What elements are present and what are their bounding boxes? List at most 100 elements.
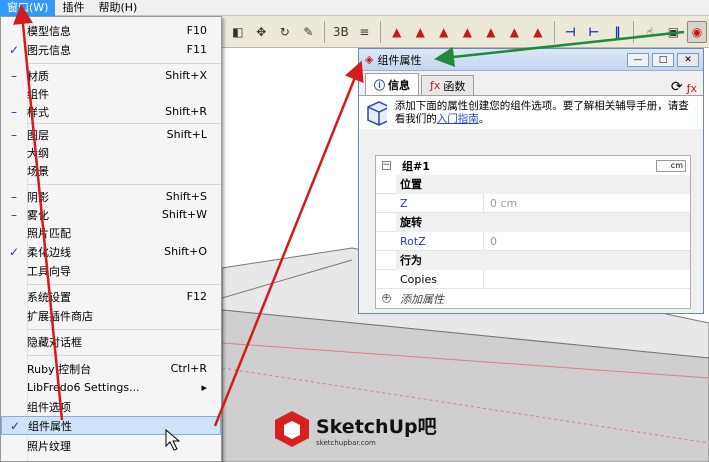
- menu-separator: [27, 329, 221, 330]
- table-row: 位置: [376, 174, 690, 194]
- menu-item-label: 组件选项: [27, 400, 71, 414]
- check-icon: ✓: [8, 42, 20, 57]
- menu-item-ruby-console[interactable]: Ruby 控制台 Ctrl+R: [1, 359, 221, 378]
- panel-title: 组件属性: [377, 53, 422, 67]
- menu-item-label: 雾化: [27, 208, 49, 222]
- info-text-end: 。: [478, 112, 490, 125]
- align-vertical-icon[interactable]: ‖: [608, 21, 628, 43]
- dash-icon: –: [11, 189, 17, 204]
- section-icon[interactable]: ≡: [355, 21, 375, 43]
- sandbox-stamp-icon[interactable]: ▲: [458, 21, 478, 43]
- sandbox-drape-icon[interactable]: ▲: [481, 21, 501, 43]
- menu-help[interactable]: 帮助(H): [91, 0, 144, 16]
- menu-item-hide-dialogs[interactable]: 隐藏对话框: [1, 332, 221, 351]
- toolbar: ◧ ✥ ↻ ✎ 3B ≡ ▲ ▲ ▲ ▲ ▲ ▲ ▲ ⊣ ⊢ ‖ ☝ ▣ ◉: [222, 16, 709, 48]
- sketchup-logo-icon: ◈: [365, 53, 374, 66]
- panel-titlebar[interactable]: ◈ 组件属性 — □ ✕: [359, 49, 703, 71]
- check-icon: ✓: [9, 418, 21, 433]
- toolbar-separator: [553, 20, 555, 43]
- sandbox-detail-icon[interactable]: ▲: [505, 21, 525, 43]
- menu-item-label: 照片纹理: [27, 439, 71, 453]
- sandbox-flip-icon[interactable]: ▲: [528, 21, 548, 43]
- menu-item-label: 图层: [27, 128, 49, 142]
- menu-item-label: 大纲: [27, 146, 49, 160]
- logo-mark-icon: [275, 411, 309, 447]
- table-row[interactable]: Copies: [376, 269, 690, 289]
- tab-info[interactable]: ⓘ 信息: [365, 73, 419, 95]
- sandbox-smoove-icon[interactable]: ▲: [434, 21, 454, 43]
- sandbox-scratch-icon[interactable]: ▲: [411, 21, 431, 43]
- interact-icon[interactable]: ☝: [640, 21, 660, 43]
- menu-item-component-options[interactable]: 组件选项: [1, 397, 221, 416]
- sandbox-contours-icon[interactable]: ▲: [387, 21, 407, 43]
- menu-separator: [27, 63, 221, 64]
- formula-icon[interactable]: ƒx: [687, 82, 697, 95]
- menu-item-components[interactable]: 组件: [1, 84, 221, 103]
- menu-window[interactable]: 窗口(W): [0, 0, 56, 16]
- menu-plugins[interactable]: 插件: [55, 0, 91, 16]
- dash-icon: –: [11, 68, 17, 83]
- function-icon: ƒx: [430, 79, 441, 92]
- menu-item-materials[interactable]: – 材质 Shift+X: [1, 66, 221, 85]
- menu-item-fog[interactable]: – 雾化 Shift+W: [1, 205, 221, 224]
- component-options-icon[interactable]: ▣: [664, 21, 684, 43]
- menu-item-label: 组件: [27, 87, 49, 101]
- property-value[interactable]: 0: [484, 235, 690, 248]
- category-position: 位置: [396, 174, 690, 194]
- move-icon[interactable]: ✥: [252, 21, 272, 43]
- menu-separator: [27, 284, 221, 285]
- followme-icon[interactable]: ✎: [299, 21, 319, 43]
- menu-item-soften-edges[interactable]: ✓ 柔化边线 Shift+O: [1, 242, 221, 261]
- tab-functions[interactable]: ƒx 函数: [421, 75, 475, 95]
- menu-item-layers[interactable]: – 图层 Shift+L: [1, 125, 221, 144]
- unit-ruler-icon[interactable]: cm: [656, 159, 686, 172]
- toolbar-separator: [380, 20, 381, 43]
- component-attributes-icon[interactable]: ◉: [687, 20, 707, 43]
- table-row[interactable]: Z 0 cm: [376, 193, 690, 213]
- menu-item-model-info[interactable]: 模型信息 F10: [1, 21, 221, 40]
- menu-item-label: 照片匹配: [27, 226, 71, 240]
- menu-shortcut: F10: [186, 24, 207, 37]
- menu-separator: [27, 355, 221, 356]
- attributes-grid: − 组#1 cm 位置 Z 0 cm 旋转 RotZ 0 行为 Copies +…: [375, 155, 691, 309]
- collapse-icon[interactable]: −: [381, 161, 391, 170]
- close-icon[interactable]: ✕: [677, 52, 699, 67]
- menu-item-component-attributes[interactable]: ✓ 组件属性: [1, 416, 221, 435]
- tab-label: 函数: [443, 79, 466, 93]
- menu-shortcut: Shift+O: [164, 245, 207, 258]
- info-text: 添加下面的属性创建您的组件选项。要了解相关辅导手册，请查看我们的入门指南。: [395, 100, 697, 126]
- menu-item-styles[interactable]: – 样式 Shift+R: [1, 102, 221, 121]
- menu-item-libfredo-settings[interactable]: LibFredo6 Settings... ▸: [1, 378, 221, 397]
- getting-started-link[interactable]: 入门指南: [437, 113, 479, 125]
- minimize-icon[interactable]: —: [627, 52, 649, 67]
- component-attributes-window: ◈ 组件属性 — □ ✕ ⓘ 信息 ƒx 函数 ⟳ ƒx 添加下面的属性创建您的…: [358, 48, 704, 314]
- menu-item-extension-warehouse[interactable]: 扩展插件商店: [1, 306, 221, 325]
- menu-item-scenes[interactable]: 场景: [1, 161, 221, 180]
- component-cube-icon: [367, 100, 387, 126]
- menu-item-label: 工具向导: [27, 264, 71, 278]
- refresh-icon[interactable]: ⟳: [671, 79, 683, 95]
- category-rotation: 旋转: [396, 212, 690, 232]
- menu-item-label: 图元信息: [27, 43, 71, 57]
- menu-item-label: 系统设置: [27, 290, 71, 304]
- menu-shortcut: Shift+R: [165, 105, 207, 118]
- table-row[interactable]: RotZ 0: [376, 231, 690, 251]
- property-name: RotZ: [396, 231, 484, 251]
- paint-icon[interactable]: ◧: [228, 21, 248, 43]
- 3d-text-icon[interactable]: 3B: [331, 21, 351, 43]
- align-right-icon[interactable]: ⊢: [584, 21, 604, 43]
- maximize-icon[interactable]: □: [652, 52, 674, 67]
- menu-item-instructor[interactable]: 工具向导: [1, 261, 221, 280]
- rotate-icon[interactable]: ↻: [275, 21, 295, 43]
- align-left-icon[interactable]: ⊣: [561, 21, 581, 43]
- menu-item-outliner[interactable]: 大纲: [1, 143, 221, 162]
- add-attribute-row[interactable]: + 添加属性: [376, 289, 690, 308]
- property-value[interactable]: 0 cm: [484, 197, 690, 210]
- menu-item-entity-info[interactable]: ✓ 图元信息 F11: [1, 40, 221, 59]
- menu-item-match-photo[interactable]: 照片匹配: [1, 223, 221, 242]
- info-banner: 添加下面的属性创建您的组件选项。要了解相关辅导手册，请查看我们的入门指南。: [359, 95, 703, 129]
- menu-item-photo-textures[interactable]: 照片纹理: [1, 436, 221, 455]
- menu-item-shadows[interactable]: – 阴影 Shift+S: [1, 187, 221, 206]
- menu-item-label: 样式: [27, 105, 49, 119]
- menu-item-preferences[interactable]: 系统设置 F12: [1, 287, 221, 306]
